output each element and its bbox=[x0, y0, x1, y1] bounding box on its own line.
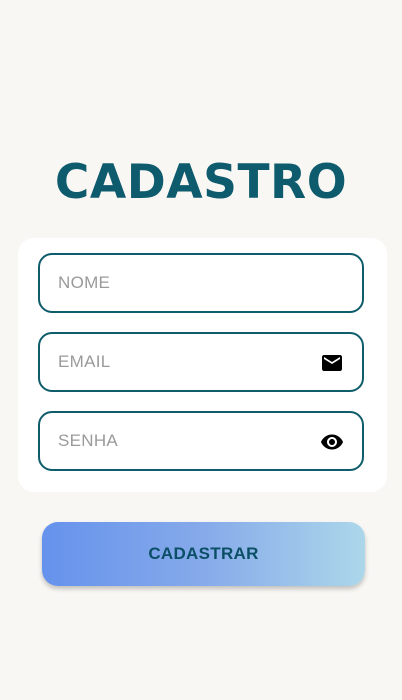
form-card bbox=[18, 238, 387, 492]
register-button[interactable]: CADASTRAR bbox=[42, 522, 365, 586]
password-field[interactable] bbox=[38, 411, 364, 471]
name-field[interactable] bbox=[38, 253, 364, 313]
page-title: CADASTRO bbox=[54, 155, 348, 210]
name-input[interactable] bbox=[58, 255, 308, 311]
eye-icon[interactable] bbox=[320, 430, 344, 454]
email-field[interactable] bbox=[38, 332, 364, 392]
mail-icon bbox=[322, 355, 342, 371]
password-input[interactable] bbox=[58, 413, 308, 469]
email-input[interactable] bbox=[58, 334, 308, 390]
